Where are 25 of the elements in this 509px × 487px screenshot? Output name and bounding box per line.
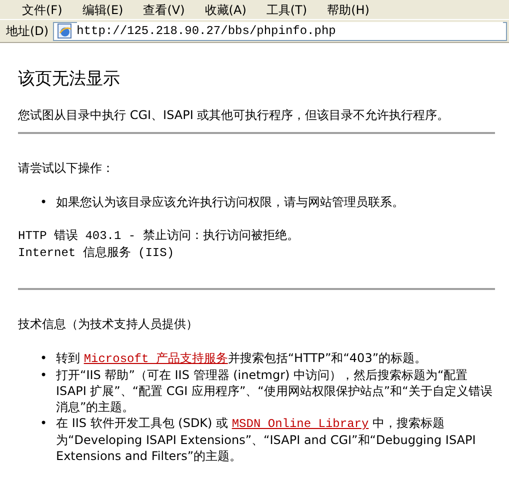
bullet: •	[40, 350, 48, 368]
page-title: 该页无法显示	[18, 69, 121, 90]
menu-item[interactable]: 收藏(A)	[194, 0, 256, 20]
error-text: HTTP 错误 403.1 - 禁止访问：执行访问被拒绝。	[18, 228, 300, 246]
page-icon	[56, 23, 73, 39]
address-label: 地址(D)	[5, 23, 50, 40]
menu-item[interactable]: 文件(F)	[12, 0, 72, 20]
menu-item[interactable]: 工具(T)	[256, 0, 318, 20]
menu-item[interactable]: 查看(V)	[133, 0, 195, 20]
bullet: •	[40, 415, 48, 432]
menu-item[interactable]: 编辑(E)	[72, 0, 134, 20]
bullet: •	[40, 194, 48, 210]
menu-item[interactable]: 帮助(H)	[317, 0, 380, 20]
list-item-text: 在 IIS 软件开发工具包 (SDK) 或 MSDN Online Library 中，搜索标题为“Developing ISAPI Extensions”、“ISAPI and CGI”和“Debugging ISAPI Extensions and Filters”的主题。	[56, 415, 477, 464]
description-text: 您试图从目录中执行 CGI、ISAPI 或其他可执行程序，但该目录不允许执行程序。	[18, 107, 450, 124]
link[interactable]: Microsoft 产品支持服务	[84, 352, 228, 366]
bullet: •	[40, 367, 48, 384]
address-field[interactable]: http://125.218.90.27/bbs/phpinfo.php	[52, 22, 507, 40]
list-item-text: 转到 Microsoft 产品支持服务并搜索包括“HTTP”和“403”的标题。	[56, 350, 427, 368]
error-text: Internet 信息服务 (IIS)	[18, 245, 176, 262]
link[interactable]: MSDN Online Library	[232, 417, 369, 432]
section-heading: 技术信息（为技术支持人员提供）	[18, 316, 199, 332]
list-item-text: 如果您认为该目录应该允许执行访问权限，请与网站管理员联系。	[56, 194, 404, 210]
section-heading: 请尝试以下操作：	[18, 160, 115, 176]
list-item-text: 打开“IIS 帮助”（可在 IIS 管理器 (inetmgr) 中访问），然后搜索标题为“配置 ISAPI 扩展”、“配置 CGI 应用程序”、“使用网站权限保护站点”和“关于自定义错误消息”的主题。	[56, 367, 494, 416]
